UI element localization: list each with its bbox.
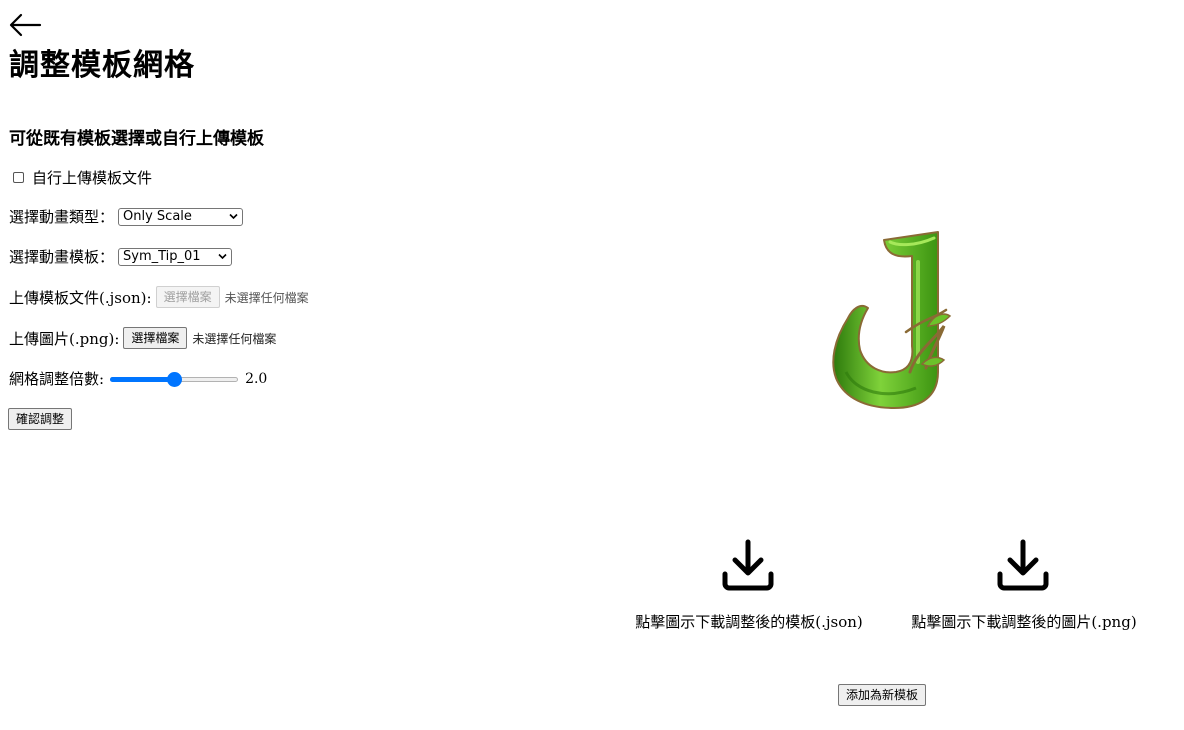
- symbol-preview-image: [832, 231, 952, 409]
- template-file-button: 選擇檔案: [155, 286, 220, 308]
- slider-thumb[interactable]: [167, 371, 183, 387]
- image-file-button[interactable]: 選擇檔案: [123, 327, 188, 349]
- arrow-left-icon[interactable]: [8, 10, 42, 40]
- download-image-caption: 點擊圖示下載調整後的圖片(.png): [911, 613, 1137, 631]
- page-title: 調整模板網格: [9, 48, 195, 83]
- image-file-label: 上傳圖片(.png):: [9, 329, 120, 348]
- template-file-row: 上傳模板文件(.json): 選擇檔案 未選擇任何檔案: [9, 286, 309, 308]
- animation-template-select[interactable]: Sym_Tip_01: [118, 247, 233, 266]
- upload-template-label[interactable]: 自行上傳模板文件: [32, 167, 152, 188]
- chevron-down-icon: [229, 213, 238, 219]
- animation-template-value: Sym_Tip_01: [123, 248, 201, 264]
- grid-scale-label: 網格調整倍數:: [9, 370, 105, 388]
- upload-template-checkbox[interactable]: [13, 172, 24, 183]
- animation-type-row: 選擇動畫類型： Only Scale: [9, 206, 244, 227]
- upload-toggle-row: 自行上傳模板文件: [9, 167, 152, 188]
- grid-scale-value: 2.0: [245, 370, 268, 387]
- download-template-caption: 點擊圖示下載調整後的模板(.json): [635, 613, 863, 631]
- animation-template-label: 選擇動畫模板：: [9, 248, 115, 266]
- animation-type-value: Only Scale: [123, 208, 192, 224]
- slider-fill: [110, 376, 175, 382]
- section-title: 可從既有模板選擇或自行上傳模板: [9, 129, 264, 149]
- adjust-template-grid-page: 調整模板網格 可從既有模板選擇或自行上傳模板 自行上傳模板文件 選擇動畫類型： …: [0, 0, 1184, 730]
- download-image-icon[interactable]: [996, 538, 1050, 592]
- grid-scale-slider[interactable]: [110, 371, 239, 387]
- confirm-adjust-button[interactable]: 確認調整: [8, 408, 73, 430]
- animation-type-select[interactable]: Only Scale: [118, 207, 244, 226]
- grid-scale-row: 網格調整倍數: 2.0: [9, 368, 267, 389]
- image-file-row: 上傳圖片(.png): 選擇檔案 未選擇任何檔案: [9, 327, 276, 349]
- animation-type-label: 選擇動畫類型：: [9, 208, 115, 226]
- chevron-down-icon: [218, 253, 227, 259]
- template-file-label: 上傳模板文件(.json):: [9, 288, 152, 307]
- template-file-status: 未選擇任何檔案: [224, 290, 309, 305]
- image-file-status: 未選擇任何檔案: [192, 331, 277, 346]
- add-as-new-template-button[interactable]: 添加為新模板: [838, 684, 927, 706]
- download-template-icon[interactable]: [721, 538, 775, 592]
- animation-template-row: 選擇動畫模板： Sym_Tip_01: [9, 246, 233, 267]
